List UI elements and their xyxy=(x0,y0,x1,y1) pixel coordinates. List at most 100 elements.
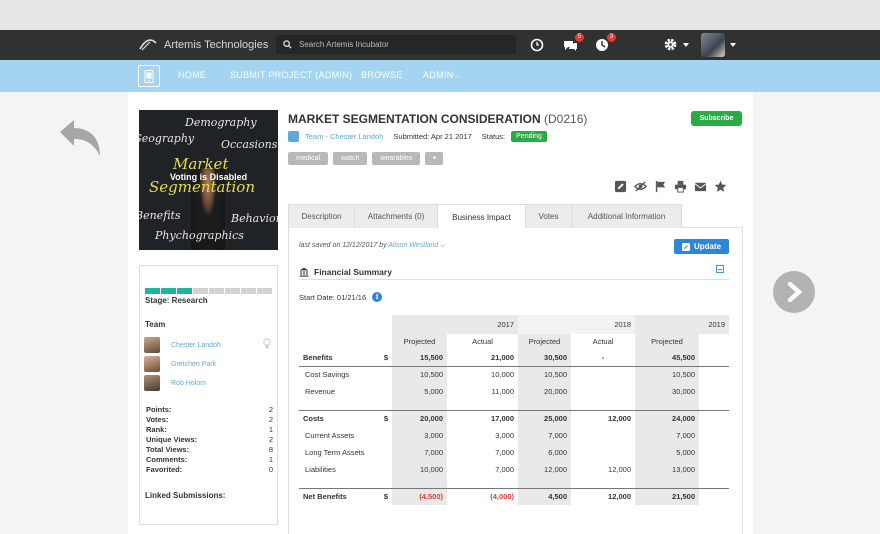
stat-value: 1 xyxy=(268,425,273,434)
search-icon xyxy=(283,40,292,49)
stat-value: 2 xyxy=(268,435,273,444)
table-cell: 12,000 xyxy=(518,461,571,478)
stat-value: 8 xyxy=(268,445,273,454)
chevron-down-icon: ⌵ xyxy=(456,74,462,80)
row-label: Liabilities xyxy=(305,465,336,474)
team-member[interactable]: Chester Landoh xyxy=(144,337,221,353)
user-avatar[interactable] xyxy=(701,33,725,57)
row-unit: $ xyxy=(374,409,392,427)
flag-icon[interactable] xyxy=(654,180,667,193)
chevron-down-icon xyxy=(683,42,689,47)
settings-menu[interactable] xyxy=(663,37,689,52)
project-title: MARKET SEGMENTATION CONSIDERATION xyxy=(288,112,541,126)
chevron-down-icon[interactable] xyxy=(730,43,736,47)
row-label: Long Term Assets xyxy=(305,448,365,457)
avatar xyxy=(144,337,160,353)
row-unit xyxy=(374,427,392,444)
subscribe-button[interactable]: Subscribe xyxy=(691,111,742,126)
team-member[interactable]: Rob Holom xyxy=(144,375,206,391)
table-cell: 6,000 xyxy=(518,444,571,461)
year-header: 2019 xyxy=(708,320,725,329)
tab-business-impact[interactable]: Business Impact xyxy=(437,204,526,229)
nav-submit-project[interactable]: SUBMIT PROJECT (ADMIN) xyxy=(230,70,352,80)
collapse-icon[interactable] xyxy=(716,265,724,273)
nav-home[interactable]: HOME xyxy=(178,70,206,80)
info-icon[interactable]: i xyxy=(372,292,383,302)
table-cell: 13,000 xyxy=(635,461,699,478)
table-row: Revenue 5,000 11,000 20,000 30,000 xyxy=(299,383,729,400)
mobile-icon[interactable] xyxy=(138,65,160,87)
avatar xyxy=(144,375,160,391)
team-member[interactable]: Gretchen Park xyxy=(144,356,216,372)
browser-chrome xyxy=(0,0,880,30)
tab-additional-information[interactable]: Additional Information xyxy=(571,204,682,228)
voting-disabled-overlay: Voting is Disabled xyxy=(169,172,248,182)
update-button[interactable]: Update xyxy=(674,239,729,254)
thumbnail-word: Phychographics xyxy=(155,229,244,242)
search-bar[interactable] xyxy=(276,35,516,54)
table-cell: 5,000 xyxy=(392,383,447,400)
team-member-name[interactable]: Rob Holom xyxy=(171,380,206,387)
star-icon[interactable] xyxy=(714,180,727,193)
table-cell: 12,000 xyxy=(608,465,631,474)
project-code: (D0216) xyxy=(544,112,588,126)
row-unit: $ xyxy=(383,352,388,362)
financial-summary-header: Financial Summary xyxy=(299,264,729,280)
table-cell xyxy=(571,444,635,461)
row-label: Cost Savings xyxy=(305,370,350,380)
alerts-badge: 3 xyxy=(607,33,616,42)
stage-segment xyxy=(161,288,176,294)
page-title: MARKET SEGMENTATION CONSIDERATION (D0216… xyxy=(288,112,587,126)
row-unit xyxy=(374,461,392,478)
print-icon[interactable] xyxy=(674,180,687,193)
chevron-down-icon[interactable]: ⌵ xyxy=(440,243,445,249)
table-cell: 24,000 xyxy=(635,409,699,427)
stat-favorited: Favorited: 0 xyxy=(146,465,273,474)
tab-attachments[interactable]: Attachments (0) xyxy=(354,204,438,228)
back-arrow-icon[interactable] xyxy=(56,118,102,158)
spacer-row xyxy=(299,478,729,488)
stat-label: Total Views: xyxy=(146,445,190,454)
tab-description[interactable]: Description xyxy=(288,204,355,228)
tag[interactable]: wearables xyxy=(372,152,421,165)
stat-label: Comments: xyxy=(146,455,188,464)
stage-segment xyxy=(193,288,208,294)
table-cell: 4,500 xyxy=(518,487,571,505)
clock-icon[interactable] xyxy=(529,37,545,53)
table-cell: 7,000 xyxy=(392,444,447,461)
app-logo[interactable]: Artemis Technologies xyxy=(138,36,268,54)
stage-label: Stage: Research xyxy=(145,296,208,305)
stage-segment xyxy=(145,288,160,294)
edit-icon[interactable] xyxy=(614,180,627,193)
add-tag-button[interactable]: + xyxy=(425,152,444,165)
team-member-name[interactable]: Gretchen Park xyxy=(171,361,216,368)
stat-rank: Rank: 1 xyxy=(146,425,273,434)
email-icon[interactable] xyxy=(694,180,707,193)
table-cell: 25,000 xyxy=(518,409,571,427)
stat-label: Rank: xyxy=(146,425,167,434)
table-row: Costs $20,000 17,000 25,000 12,000 24,000 xyxy=(299,409,729,427)
table-cell: 12,000 xyxy=(571,487,635,505)
search-input[interactable] xyxy=(299,40,499,49)
alerts-icon[interactable]: 3 xyxy=(594,33,616,53)
team-member-name[interactable]: Chester Landoh xyxy=(171,342,221,349)
table-cell: 10,500 xyxy=(635,366,699,383)
thumbnail-word: Demography xyxy=(185,116,257,129)
row-label: Revenue xyxy=(305,387,336,396)
row-label: Current Assets xyxy=(305,431,355,440)
nav-admin[interactable]: ADMIN ⌵ xyxy=(423,70,461,81)
thumbnail-word: Behavior xyxy=(231,212,278,225)
tag[interactable]: medical xyxy=(288,152,329,165)
team-heading: Team xyxy=(145,320,166,329)
table-row: Long Term Assets 7,000 7,000 6,000 5,000 xyxy=(299,444,729,461)
last-saved-user[interactable]: Alison Westland xyxy=(388,242,438,249)
nav-browse[interactable]: BROWSE xyxy=(361,70,403,80)
table-cell: 5,000 xyxy=(635,444,699,461)
team-link[interactable]: Team - Chester Landoh xyxy=(305,132,383,141)
financial-summary-title: Financial Summary xyxy=(314,266,392,277)
next-arrow-icon[interactable] xyxy=(773,271,815,313)
messages-icon[interactable]: 5 xyxy=(562,33,584,53)
tag[interactable]: watch xyxy=(333,152,368,165)
hide-icon[interactable] xyxy=(634,180,647,193)
tab-votes[interactable]: Votes xyxy=(525,204,572,228)
